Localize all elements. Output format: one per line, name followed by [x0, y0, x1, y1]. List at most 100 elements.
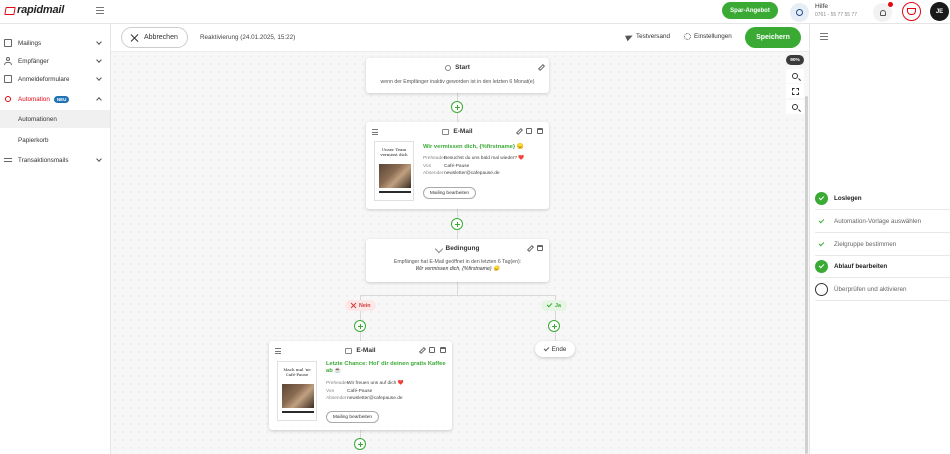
start-node-description: wenn der Empfänger inaktiv geworden ist … — [380, 79, 535, 85]
cancel-button[interactable]: Abbrechen — [121, 27, 188, 48]
sidebar-subitem-automationen[interactable]: Automationen — [0, 110, 110, 128]
email-node[interactable]: E-Mail Mach mal 'ne Café-Pause Letzte Ch… — [269, 341, 452, 430]
mail-subject: Wir vermissen dich, {%firstname} 😞 — [423, 144, 524, 150]
trash-icon[interactable] — [537, 128, 543, 134]
zoom-out-button[interactable] — [786, 100, 804, 114]
save-button[interactable]: Speichern — [745, 27, 801, 48]
thumb-photo — [282, 384, 314, 408]
edit-icon[interactable] — [515, 127, 524, 136]
chevron-down-icon — [96, 39, 102, 45]
edit-icon[interactable] — [526, 244, 535, 253]
canvas-scrollbar[interactable] — [805, 96, 808, 454]
from-value: Café-Pause — [444, 163, 470, 169]
bell-icon — [879, 9, 886, 16]
meta-key: Von — [326, 388, 335, 394]
copy-icon[interactable] — [526, 128, 532, 134]
branch-icon — [434, 244, 443, 253]
sidebar-item-transaktionsmails[interactable]: Transaktionsmails — [0, 151, 110, 169]
chevron-down-icon — [96, 57, 102, 63]
sidebar-item-automation[interactable]: Automation NEU — [0, 90, 110, 108]
sidebar-item-empfaenger[interactable]: Empfänger — [0, 52, 110, 70]
thumb-bar — [379, 191, 411, 193]
add-step-button[interactable] — [354, 438, 366, 450]
connector-line — [457, 282, 458, 295]
step-loslegen[interactable]: Loslegen — [815, 188, 950, 210]
add-step-button[interactable] — [451, 101, 463, 113]
add-step-button[interactable] — [354, 320, 366, 332]
step-zielgruppe[interactable]: Zielgruppe bestimmen — [815, 234, 950, 256]
help-icon[interactable] — [790, 3, 809, 22]
branch-yes-label: Ja — [555, 302, 561, 309]
trash-icon[interactable] — [537, 245, 543, 251]
sidebar-item-label: Automation — [18, 95, 50, 103]
mail-preview-thumbnail[interactable]: Unser Team vermisst dich — [374, 141, 414, 201]
step-label: Loslegen — [834, 195, 862, 202]
meta-key: Preheader — [326, 381, 349, 386]
settings-button[interactable]: Einstellungen — [684, 33, 732, 40]
transaction-icon — [4, 156, 12, 164]
automation-icon — [4, 95, 12, 103]
meta-key: Von — [423, 163, 432, 169]
automation-canvas[interactable]: Start wenn der Empfänger inaktiv geworde… — [111, 52, 809, 454]
sidebar-item-label: Anmeldeformulare — [18, 75, 70, 83]
email-node-title: E-Mail — [356, 347, 376, 354]
email-node-actions — [418, 346, 446, 355]
end-node[interactable]: Ende — [535, 341, 575, 357]
edit-mailing-button[interactable]: Mailing bearbeiten — [423, 187, 476, 199]
account-logo[interactable] — [902, 2, 921, 21]
step-sub-icon — [815, 215, 828, 228]
step-ueberpruefen[interactable]: Überprüfen und aktivieren — [815, 279, 950, 301]
sidebar-item-label: Transaktionsmails — [18, 156, 69, 164]
sidebar-toggle-icon[interactable] — [96, 7, 104, 15]
condition-node[interactable]: Bedingung Empfänger hat E-Mail geöffnet … — [366, 239, 549, 282]
connector-line — [360, 295, 555, 296]
avatar[interactable]: JE — [930, 2, 949, 21]
zoom-in-icon — [792, 73, 798, 79]
mail-subject: Letzte Chance: Hol' dir deinen gratis Ka… — [326, 361, 446, 374]
chevron-down-icon — [96, 156, 102, 162]
step-vorlage[interactable]: Automation-Vorlage auswählen — [815, 211, 950, 233]
add-step-button[interactable] — [451, 218, 463, 230]
rapidmail-logo[interactable]: rapidmail — [4, 4, 64, 16]
meta-key: Absender — [423, 171, 444, 176]
condition-line2: Wir vermissen dich, {%firstname} 😞 — [415, 266, 500, 272]
panel-toggle-icon[interactable] — [820, 33, 828, 42]
notifications-button[interactable] — [873, 2, 893, 22]
add-step-button[interactable] — [548, 320, 560, 332]
mail-meta: Preheader Besuchst du uns bald mal wieder… — [423, 155, 524, 178]
automation-title: Reaktivierung (24.01.2025, 15:22) — [200, 34, 296, 41]
sidebar-item-mailings[interactable]: Mailings — [0, 34, 110, 52]
zoom-in-button[interactable] — [786, 69, 804, 83]
email-node[interactable]: E-Mail Unser Team vermisst dich Wir verm… — [366, 122, 549, 209]
sender-value: newsletter@cafepause.de — [347, 396, 403, 401]
copy-icon[interactable] — [429, 347, 435, 353]
spar-angebot-button[interactable]: Spar-Angebot — [722, 2, 778, 19]
gear-icon — [684, 33, 691, 40]
check-icon — [818, 194, 825, 201]
new-badge: NEU — [53, 95, 70, 103]
testversand-button[interactable]: Testversand — [625, 32, 670, 41]
sidebar-item-anmeldeformulare[interactable]: Anmeldeformulare — [0, 70, 110, 88]
chevron-down-icon — [96, 75, 102, 81]
step-done-icon — [815, 260, 828, 273]
mail-icon — [4, 39, 12, 47]
thumb-title: Unser Team vermisst dich — [380, 147, 408, 157]
mail-preview-thumbnail[interactable]: Mach mal 'ne Café-Pause — [277, 361, 317, 421]
trash-icon[interactable] — [440, 347, 446, 353]
condition-node-header: Bedingung — [366, 244, 549, 253]
from-value: Café-Pause — [347, 388, 373, 394]
fit-to-screen-button[interactable] — [786, 84, 804, 98]
step-ablauf[interactable]: Ablauf bearbeiten — [815, 256, 950, 278]
sidebar-subitem-papierkorb[interactable]: Papierkorb — [0, 131, 110, 149]
edit-icon[interactable] — [418, 346, 427, 355]
start-node[interactable]: Start wenn der Empfänger inaktiv geworde… — [366, 58, 549, 93]
check-icon — [546, 301, 553, 308]
form-icon — [4, 75, 12, 83]
preheader-value: Wir freuen uns auf dich ❤️ — [347, 381, 404, 386]
help-contact[interactable]: Hilfe 0761 - 55 77 55 77 — [815, 3, 857, 19]
end-label: Ende — [551, 345, 567, 353]
thumb-bar — [282, 411, 314, 413]
branch-no-badge: Nein — [345, 300, 377, 311]
edit-mailing-button[interactable]: Mailing bearbeiten — [326, 411, 379, 423]
mail-meta: Preheader Wir freuen uns auf dich ❤️ Von C… — [326, 380, 404, 403]
